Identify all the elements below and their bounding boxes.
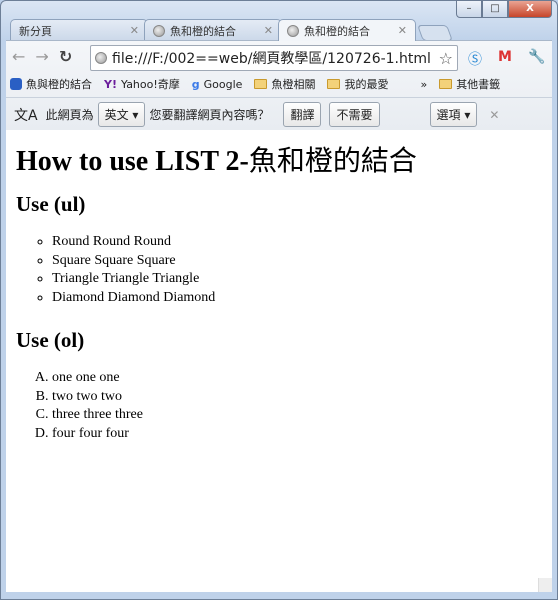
close-translate-icon[interactable]: ✕ bbox=[489, 108, 499, 122]
resize-corner[interactable] bbox=[538, 578, 552, 592]
language-select[interactable]: 英文 ▾ bbox=[97, 102, 146, 127]
list-item: Square Square Square bbox=[52, 252, 542, 271]
list-item: two two two bbox=[52, 388, 542, 407]
translate-question: 您要翻譯網頁內容嗎？ bbox=[149, 108, 270, 122]
ordered-list: one one one two two two three three thre… bbox=[16, 369, 542, 444]
skype-icon[interactable]: Ⓢ bbox=[468, 49, 482, 69]
language-value: 英文 bbox=[104, 108, 129, 122]
page-title: How to use LIST 2-魚和橙的結合 bbox=[16, 148, 542, 176]
bookmark-label: Yahoo!奇摩 bbox=[120, 78, 180, 91]
title-cjk: 魚和橙的結合 bbox=[248, 146, 417, 177]
close-tab-icon[interactable]: ✕ bbox=[130, 24, 139, 37]
bookmark-folder[interactable]: 魚橙相關 bbox=[254, 76, 315, 92]
bookmark-label: Google bbox=[203, 77, 243, 91]
tab-label: 魚和橙的結合 bbox=[170, 24, 236, 38]
page-content: How to use LIST 2-魚和橙的結合 Use (ul) Round … bbox=[6, 130, 552, 592]
tab-label: 新分頁 bbox=[19, 24, 52, 38]
yahoo-icon: Y! bbox=[104, 77, 117, 91]
bookmark[interactable]: 魚與橙的結合 bbox=[10, 76, 92, 92]
folder-icon bbox=[439, 79, 453, 89]
translate-prefix: 此網頁為 bbox=[45, 108, 94, 122]
google-icon: g bbox=[191, 77, 200, 91]
bookmark-label: 魚橙相關 bbox=[271, 78, 316, 91]
list-item: Round Round Round bbox=[52, 233, 542, 252]
bookmark-label: 魚與橙的結合 bbox=[26, 78, 92, 91]
url-text[interactable]: file:///F:/002==web/網頁教學區/120726-1.html bbox=[112, 48, 431, 68]
wrench-icon[interactable]: 🔧 bbox=[528, 49, 545, 65]
close-window-button[interactable]: X bbox=[508, 0, 552, 18]
bookmark-folder[interactable]: 我的最愛 bbox=[327, 76, 388, 92]
tab-new-page[interactable]: 新分頁 ✕ bbox=[10, 19, 148, 41]
forward-icon[interactable]: → bbox=[35, 47, 48, 66]
address-bar[interactable]: file:///F:/002==web/網頁教學區/120726-1.html … bbox=[90, 45, 458, 71]
tab-strip: 新分頁 ✕ 魚和橙的結合 ✕ 魚和橙的結合 ✕ bbox=[10, 19, 453, 41]
globe-icon bbox=[153, 24, 165, 37]
list-item: four four four bbox=[52, 425, 542, 444]
tab-page[interactable]: 魚和橙的結合 ✕ bbox=[144, 19, 282, 41]
bookmark-label: 其他書籤 bbox=[456, 78, 501, 91]
maximize-button[interactable]: □ bbox=[482, 0, 508, 18]
list-item: Diamond Diamond Diamond bbox=[52, 289, 542, 308]
ol-heading: Use (ol) bbox=[16, 327, 85, 352]
globe-icon bbox=[95, 52, 107, 64]
bookmarks-bar: 魚與橙的結合 Y! Yahoo!奇摩 g Google 魚橙相關 我的最愛 » 其他… bbox=[6, 73, 552, 95]
bookmark-label: 我的最愛 bbox=[344, 78, 389, 91]
list-item: three three three bbox=[52, 406, 542, 425]
gmail-icon[interactable]: M bbox=[498, 49, 512, 65]
star-icon[interactable]: ☆ bbox=[439, 49, 453, 68]
ul-heading: Use (ul) bbox=[16, 192, 86, 216]
translate-icon: 文A bbox=[14, 107, 38, 124]
folder-icon bbox=[254, 79, 268, 89]
minimize-button[interactable]: – bbox=[456, 0, 482, 18]
tab-label: 魚和橙的結合 bbox=[304, 24, 370, 38]
close-tab-icon[interactable]: ✕ bbox=[264, 24, 273, 37]
chat-icon bbox=[10, 78, 22, 90]
translate-button[interactable]: 翻譯 bbox=[283, 102, 322, 127]
new-tab-button[interactable] bbox=[417, 25, 453, 41]
bookmark[interactable]: g Google bbox=[192, 78, 243, 91]
reload-icon[interactable]: ↻ bbox=[59, 47, 72, 66]
back-icon[interactable]: ← bbox=[12, 47, 25, 66]
close-tab-icon[interactable]: ✕ bbox=[398, 24, 407, 37]
options-label: 選項 bbox=[436, 108, 461, 122]
no-thanks-button[interactable]: 不需要 bbox=[329, 102, 380, 127]
other-bookmarks[interactable]: 其他書籤 bbox=[439, 76, 500, 92]
window-controls: – □ X bbox=[456, 0, 552, 18]
folder-icon bbox=[327, 79, 341, 89]
translate-bar: 文A 此網頁為 英文 ▾ 您要翻譯網頁內容嗎？ 翻譯 不需要 選項 ▾ ✕ bbox=[6, 97, 552, 131]
unordered-list: Round Round Round Square Square Square T… bbox=[16, 233, 542, 308]
list-item: Triangle Triangle Triangle bbox=[52, 270, 542, 289]
list-item: one one one bbox=[52, 369, 542, 388]
globe-icon bbox=[287, 24, 299, 37]
tab-page-active[interactable]: 魚和橙的結合 ✕ bbox=[278, 19, 416, 41]
title-en: How to use LIST 2- bbox=[16, 146, 249, 177]
toolbar: ← → ↻ file:///F:/002==web/網頁教學區/120726-1… bbox=[6, 40, 552, 130]
bookmark[interactable]: Y! Yahoo!奇摩 bbox=[104, 76, 180, 92]
options-button[interactable]: 選項 ▾ bbox=[429, 102, 478, 127]
more-bookmarks-button[interactable]: » bbox=[420, 78, 427, 91]
